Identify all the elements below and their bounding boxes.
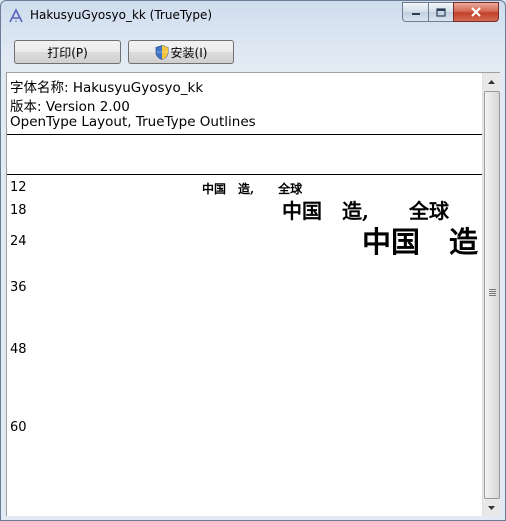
- arrow-up-icon: [488, 79, 495, 84]
- uac-shield-icon: [155, 44, 168, 60]
- close-icon: [471, 7, 481, 17]
- font-file-icon: [9, 8, 23, 23]
- scroll-thumb[interactable]: [484, 91, 500, 499]
- close-button[interactable]: [453, 2, 499, 22]
- font-preview-window: HakusyuGyosyo_kk (TrueType) 打印(P) 安装(I): [0, 0, 506, 521]
- sample-size-label: 48: [10, 342, 27, 357]
- sample-size-label: 36: [10, 280, 27, 295]
- font-name-line: 字体名称: HakusyuGyosyo_kk: [10, 80, 204, 96]
- font-type-line: OpenType Layout, TrueType Outlines: [10, 114, 256, 130]
- minimize-icon: [411, 13, 420, 15]
- print-label: 打印(P): [47, 45, 88, 60]
- caption-buttons: [402, 2, 499, 22]
- maximize-icon: [436, 7, 446, 17]
- sample-size-label: 60: [10, 420, 27, 435]
- maximize-button[interactable]: [428, 2, 454, 22]
- arrow-down-icon: [488, 505, 495, 510]
- minimize-button[interactable]: [402, 2, 429, 22]
- title-bar[interactable]: HakusyuGyosyo_kk (TrueType): [1, 1, 505, 29]
- sample-size-label: 12: [10, 180, 27, 195]
- divider: [7, 174, 483, 175]
- sample-text: 中国 造: [362, 225, 479, 259]
- sample-size-label: 18: [10, 203, 27, 218]
- print-button[interactable]: 打印(P): [14, 40, 121, 64]
- grip-icon: [489, 289, 496, 297]
- font-version-line: 版本: Version 2.00: [10, 99, 130, 115]
- sample-size-label: 24: [10, 234, 27, 249]
- scroll-down-button[interactable]: [483, 499, 500, 516]
- font-preview-area: 字体名称: HakusyuGyosyo_kk 版本: Version 2.00 …: [6, 72, 500, 516]
- divider: [7, 134, 483, 135]
- toolbar: 打印(P) 安装(I): [1, 33, 505, 71]
- vertical-scrollbar[interactable]: [482, 73, 500, 516]
- scroll-up-button[interactable]: [483, 73, 500, 90]
- install-label: 安装(I): [170, 45, 208, 60]
- window-title: HakusyuGyosyo_kk (TrueType): [30, 8, 213, 22]
- install-button[interactable]: 安装(I): [128, 40, 234, 64]
